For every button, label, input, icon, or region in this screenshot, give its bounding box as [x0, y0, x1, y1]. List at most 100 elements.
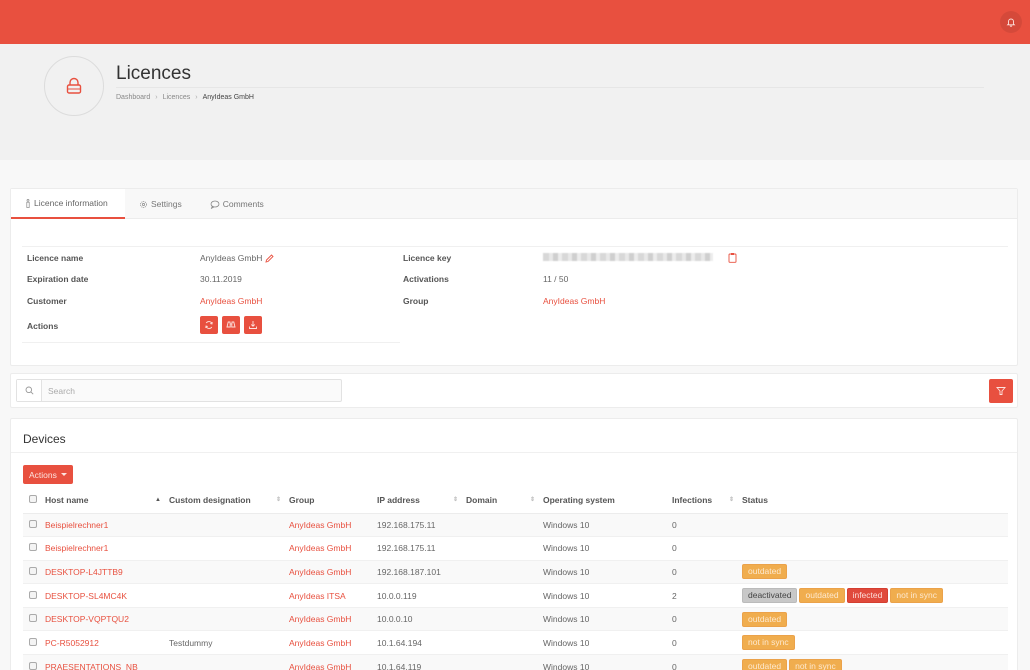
group-link[interactable]: AnyIdeas GmbH — [289, 559, 377, 584]
tab-comments[interactable]: Comments — [196, 189, 278, 219]
host-name-link[interactable]: PC-R5052912 — [45, 630, 169, 655]
group-link-text[interactable]: AnyIdeas GmbH — [289, 520, 351, 530]
status-cell: deactivated outdated infected not in sync — [742, 583, 1008, 608]
table-header-row: Host name ▲ Custom designation ⇕ Group IP … — [23, 487, 1008, 514]
breadcrumb-dashboard[interactable]: Dashboard — [116, 94, 150, 101]
host-name-link[interactable]: Beispielrechner1 — [45, 512, 169, 537]
sort-icon: ⇕ — [275, 497, 281, 504]
host-name-link-text[interactable]: DESKTOP-VQPTQU2 — [45, 614, 129, 624]
pencil-icon[interactable] — [265, 253, 275, 263]
sort-icon: ⇕ — [728, 497, 734, 504]
devices-table-body: Beispielrechner1 AnyIdeas GmbH 192.168.175… — [23, 512, 1008, 670]
status-badge-not-in-sync: not in sync — [742, 635, 795, 651]
group-link[interactable]: AnyIdeas GmbH — [289, 536, 377, 561]
expiration-date-value: 30.11.2019 — [200, 274, 242, 284]
customer-link[interactable]: AnyIdeas GmbH — [200, 296, 262, 306]
row-checkbox[interactable] — [29, 590, 37, 599]
notifications-button[interactable] — [1000, 11, 1022, 33]
activations-value: 11 / 50 — [543, 274, 569, 284]
group-link-text[interactable]: AnyIdeas GmbH — [289, 567, 351, 577]
column-group[interactable]: Group — [289, 487, 377, 514]
tab-licence-information[interactable]: Licence information — [11, 189, 125, 219]
host-name-link-text[interactable]: DESKTOP-SL4MC4K — [45, 591, 127, 601]
group-link[interactable]: AnyIdeas GmbH — [289, 512, 377, 537]
row-checkbox[interactable] — [29, 519, 37, 528]
customer-label: Customer — [27, 296, 67, 306]
group-label: Group — [403, 296, 429, 306]
status-badge-deactivated: deactivated — [742, 588, 798, 604]
custom-designation-cell — [169, 536, 289, 561]
select-all-checkbox[interactable] — [29, 494, 37, 503]
column-operating-system[interactable]: Operating system — [543, 487, 672, 514]
group-link[interactable]: AnyIdeas GmbH — [289, 654, 377, 670]
breadcrumb-licences[interactable]: Licences — [163, 94, 191, 101]
group-link[interactable]: AnyIdeas GmbH — [289, 606, 377, 631]
row-checkbox[interactable] — [29, 566, 37, 575]
table-row[interactable]: Beispielrechner1 AnyIdeas GmbH 192.168.175… — [23, 512, 1008, 537]
host-name-link[interactable]: DESKTOP-L4JTTB9 — [45, 559, 169, 584]
search-box — [16, 379, 342, 402]
search-input[interactable] — [42, 380, 341, 401]
row-checkbox[interactable] — [29, 543, 37, 552]
table-row[interactable]: PRAESENTATIONS_NB AnyIdeas GmbH 10.1.64.11… — [23, 654, 1008, 670]
group-link[interactable]: AnyIdeas GmbH — [289, 630, 377, 655]
host-name-link-text[interactable]: DESKTOP-L4JTTB9 — [45, 567, 123, 577]
status-cell — [742, 536, 1008, 561]
table-row[interactable]: DESKTOP-L4JTTB9 AnyIdeas GmbH 192.168.187.… — [23, 559, 1008, 584]
operating-system-cell-text: Windows 10 — [543, 543, 590, 554]
status-cell: outdated — [742, 559, 1008, 584]
group-link-text[interactable]: AnyIdeas GmbH — [289, 662, 351, 670]
column-host-name[interactable]: Host name ▲ — [45, 487, 169, 514]
infections-cell-text: 0 — [672, 661, 677, 670]
host-name-link-text[interactable]: Beispielrechner1 — [45, 520, 108, 530]
group-link-text[interactable]: AnyIdeas ITSA — [289, 591, 346, 601]
column-status[interactable]: Status — [742, 487, 1008, 514]
group-link[interactable]: AnyIdeas ITSA — [289, 583, 377, 608]
row-checkbox[interactable] — [29, 614, 37, 623]
binoculars-button[interactable] — [222, 316, 240, 334]
group-link-text[interactable]: AnyIdeas GmbH — [289, 614, 351, 624]
domain-cell — [466, 583, 543, 608]
table-row[interactable]: Beispielrechner1 AnyIdeas GmbH 192.168.175… — [23, 536, 1008, 561]
infections-cell: 0 — [672, 536, 742, 561]
host-name-link[interactable]: Beispielrechner1 — [45, 536, 169, 561]
custom-designation-cell-text: Testdummy — [169, 637, 213, 648]
tab-settings[interactable]: Settings — [125, 189, 196, 219]
operating-system-cell: Windows 10 — [543, 606, 672, 631]
licence-name-text: AnyIdeas GmbH — [200, 253, 263, 263]
ip-address-cell-text: 10.1.64.194 — [377, 637, 422, 648]
host-name-link[interactable]: PRAESENTATIONS_NB — [45, 654, 169, 670]
host-name-link-text[interactable]: PC-R5052912 — [45, 638, 99, 648]
clipboard-icon[interactable] — [728, 252, 737, 263]
group-link-text[interactable]: AnyIdeas GmbH — [289, 638, 351, 648]
comment-icon — [210, 200, 220, 209]
refresh-button[interactable] — [200, 316, 218, 334]
ip-address-cell: 10.0.0.10 — [377, 606, 466, 631]
filter-button[interactable] — [989, 379, 1013, 403]
host-name-link[interactable]: DESKTOP-VQPTQU2 — [45, 606, 169, 631]
column-ip-address[interactable]: IP address ⇕ — [377, 487, 466, 514]
status-cell: outdated — [742, 606, 1008, 631]
column-infections[interactable]: Infections ⇕ — [672, 487, 742, 514]
ip-address-cell-text: 192.168.175.11 — [377, 543, 436, 554]
table-row[interactable]: PC-R5052912 Testdummy AnyIdeas GmbH 10.1.64… — [23, 630, 1008, 655]
group-link-text[interactable]: AnyIdeas GmbH — [289, 543, 351, 553]
custom-designation-cell — [169, 606, 289, 631]
column-domain[interactable]: Domain ⇕ — [466, 487, 543, 514]
operating-system-cell: Windows 10 — [543, 512, 672, 537]
table-row[interactable]: DESKTOP-VQPTQU2 AnyIdeas GmbH 10.0.0.10 Win… — [23, 606, 1008, 631]
download-button[interactable] — [244, 316, 262, 334]
group-link[interactable]: AnyIdeas GmbH — [543, 296, 605, 306]
top-bar — [0, 0, 1030, 44]
column-custom-designation[interactable]: Custom designation ⇕ — [169, 487, 289, 514]
row-checkbox[interactable] — [29, 661, 37, 670]
host-name-link[interactable]: DESKTOP-SL4MC4K — [45, 583, 169, 608]
row-checkbox[interactable] — [29, 637, 37, 646]
custom-designation-cell — [169, 583, 289, 608]
host-name-link-text[interactable]: Beispielrechner1 — [45, 543, 108, 553]
table-row[interactable]: DESKTOP-SL4MC4K AnyIdeas ITSA 10.0.0.119 Wi… — [23, 583, 1008, 608]
page-title: Licences — [116, 63, 191, 84]
infections-cell-text: 2 — [672, 590, 677, 601]
host-name-link-text[interactable]: PRAESENTATIONS_NB — [45, 662, 138, 670]
devices-actions-dropdown[interactable]: Actions — [23, 465, 73, 484]
